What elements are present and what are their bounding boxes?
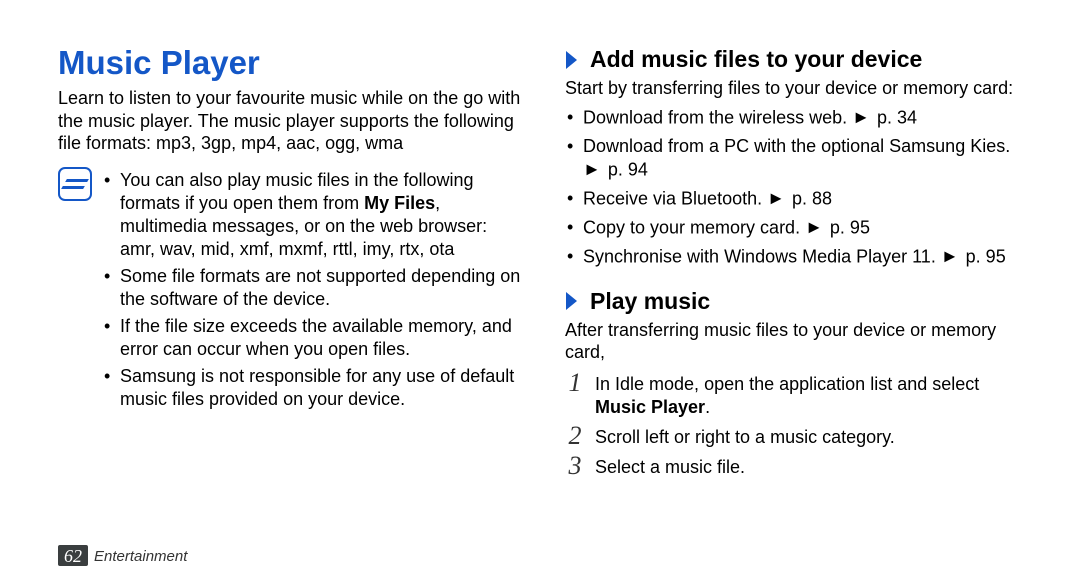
- subsection-intro: Start by transferring files to your devi…: [565, 77, 1032, 100]
- subsection-title: Add music files to your device: [590, 46, 922, 73]
- note-block: You can also play music files in the fol…: [58, 165, 525, 415]
- page-number-badge: 62: [58, 545, 88, 566]
- item-text: Download from a PC with the optional Sam…: [583, 136, 1010, 156]
- note-bullet: Samsung is not responsible for any use o…: [102, 365, 525, 411]
- page-ref: p. 95: [830, 217, 870, 237]
- list-item: Copy to your memory card. ► p. 95: [565, 216, 1032, 241]
- item-text: Copy to your memory card.: [583, 217, 805, 237]
- two-column-layout: Music Player Learn to listen to your fav…: [58, 46, 1032, 483]
- item-text: Synchronise with Windows Media Player 11…: [583, 246, 941, 266]
- note-bold: My Files: [364, 193, 435, 213]
- note-bullet: If the file size exceeds the available m…: [102, 315, 525, 361]
- subsection-heading: Play music: [565, 288, 1032, 315]
- subsection-heading: Add music files to your device: [565, 46, 1032, 73]
- manual-page: Music Player Learn to listen to your fav…: [0, 0, 1080, 586]
- triangle-icon: ►: [852, 106, 870, 129]
- step-number: 3: [565, 453, 585, 479]
- chevron-right-icon: [565, 50, 580, 70]
- triangle-icon: ►: [941, 245, 959, 268]
- triangle-icon: ►: [583, 158, 601, 181]
- page-footer: 62 Entertainment: [58, 545, 187, 566]
- triangle-icon: ►: [805, 216, 823, 239]
- item-text: Receive via Bluetooth.: [583, 188, 767, 208]
- subsection-title: Play music: [590, 288, 710, 315]
- subsection-intro: After transferring music files to your d…: [565, 319, 1032, 364]
- step-text: Select a music file.: [595, 453, 745, 479]
- add-files-list: Download from the wireless web. ► p. 34 …: [565, 106, 1032, 270]
- chevron-right-icon: [565, 291, 580, 311]
- note-icon: [58, 167, 92, 201]
- page-ref: p. 88: [792, 188, 832, 208]
- note-bullet: Some file formats are not supported depe…: [102, 265, 525, 311]
- intro-paragraph: Learn to listen to your favourite music …: [58, 87, 525, 155]
- list-item: Synchronise with Windows Media Player 11…: [565, 245, 1032, 270]
- note-bullet-list: You can also play music files in the fol…: [102, 165, 525, 415]
- footer-section-name: Entertainment: [94, 548, 187, 566]
- step-bold: Music Player: [595, 397, 705, 417]
- step-item: 3 Select a music file.: [565, 453, 1032, 479]
- page-ref: p. 34: [877, 107, 917, 127]
- right-column: Add music files to your device Start by …: [565, 46, 1032, 483]
- step-item: 1 In Idle mode, open the application lis…: [565, 370, 1032, 419]
- item-text: Download from the wireless web.: [583, 107, 852, 127]
- page-ref: p. 94: [608, 159, 648, 179]
- left-column: Music Player Learn to listen to your fav…: [58, 46, 525, 483]
- note-bullet: You can also play music files in the fol…: [102, 169, 525, 261]
- steps-list: 1 In Idle mode, open the application lis…: [565, 370, 1032, 479]
- step-item: 2 Scroll left or right to a music catego…: [565, 423, 1032, 449]
- triangle-icon: ►: [767, 187, 785, 210]
- list-item: Download from the wireless web. ► p. 34: [565, 106, 1032, 131]
- section-title: Music Player: [58, 46, 525, 79]
- step-text: In Idle mode, open the application list …: [595, 370, 1032, 419]
- step-text: Scroll left or right to a music category…: [595, 423, 895, 449]
- step-number: 2: [565, 423, 585, 449]
- list-item: Download from a PC with the optional Sam…: [565, 135, 1032, 183]
- list-item: Receive via Bluetooth. ► p. 88: [565, 187, 1032, 212]
- page-ref: p. 95: [966, 246, 1006, 266]
- step-number: 1: [565, 370, 585, 396]
